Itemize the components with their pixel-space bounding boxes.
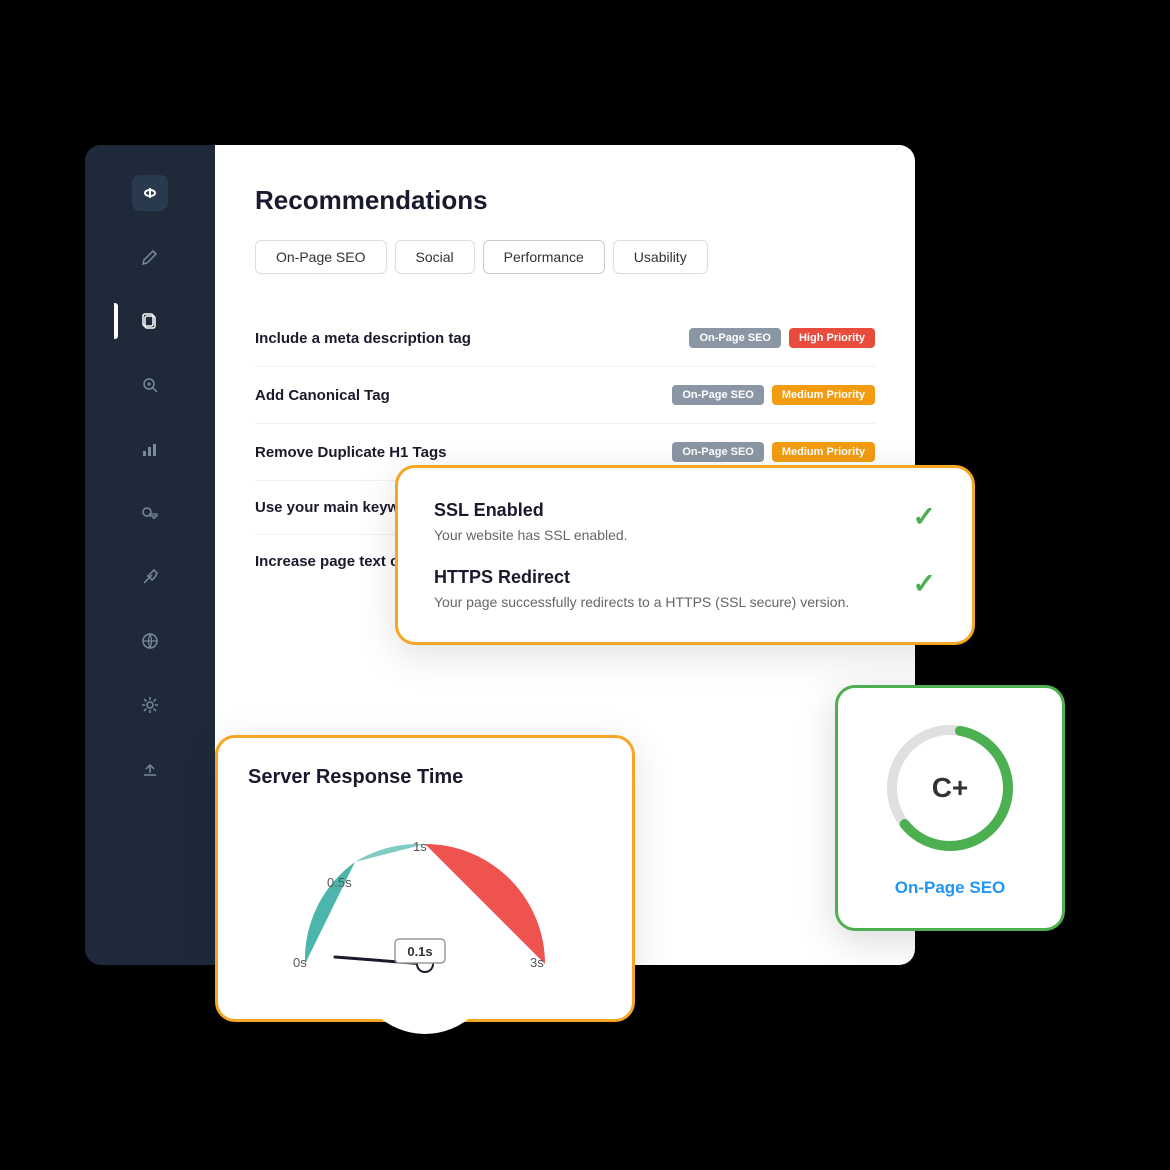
ssl-title-2: HTTPS Redirect — [434, 567, 849, 588]
rec-row-2: Add Canonical Tag On-Page SEO Medium Pri… — [255, 367, 875, 424]
search-zoom-icon[interactable] — [132, 367, 168, 403]
tab-usability[interactable]: Usability — [613, 240, 708, 274]
ssl-card: SSL Enabled Your website has SSL enabled… — [395, 465, 975, 645]
badge-high-priority-1: High Priority — [789, 328, 875, 348]
badge-on-page-seo-2: On-Page SEO — [672, 385, 764, 405]
grade-letter: C+ — [932, 772, 969, 804]
badge-on-page-seo-3: On-Page SEO — [672, 442, 764, 462]
gauge-label-0s: 0s — [293, 955, 307, 970]
ssl-desc-1: Your website has SSL enabled. — [434, 527, 628, 543]
grade-circle: C+ — [880, 718, 1020, 858]
tabs-container: On-Page SEO Social Performance Usability — [255, 240, 875, 274]
ssl-item-1: SSL Enabled Your website has SSL enabled… — [434, 500, 936, 543]
server-response-card: Server Response Time 0s 0.5s 1s 3s — [215, 735, 635, 1022]
upload-icon[interactable] — [132, 751, 168, 787]
rec-title-1: Include a meta description tag — [255, 330, 471, 347]
ssl-item-2: HTTPS Redirect Your page successfully re… — [434, 567, 936, 610]
edit-icon[interactable] — [132, 239, 168, 275]
sidebar-logo[interactable] — [132, 175, 168, 211]
copy-icon[interactable] — [132, 303, 168, 339]
ssl-title-1: SSL Enabled — [434, 500, 628, 521]
server-card-title: Server Response Time — [248, 766, 602, 789]
ssl-check-2: ✓ — [913, 567, 936, 600]
grade-label: On-Page SEO — [895, 878, 1006, 898]
key-icon[interactable] — [132, 495, 168, 531]
tab-performance[interactable]: Performance — [483, 240, 605, 274]
ssl-check-1: ✓ — [913, 500, 936, 533]
gauge-value-text: 0.1s — [407, 944, 432, 959]
badge-medium-priority-2: Medium Priority — [772, 385, 875, 405]
tool-icon[interactable] — [132, 559, 168, 595]
bar-chart-icon[interactable] — [132, 431, 168, 467]
ssl-desc-2: Your page successfully redirects to a HT… — [434, 594, 849, 610]
rec-badges-3: On-Page SEO Medium Priority — [672, 442, 875, 462]
badge-on-page-seo-1: On-Page SEO — [689, 328, 781, 348]
rec-row-1: Include a meta description tag On-Page S… — [255, 310, 875, 367]
gauge-label-half: 0.5s — [327, 875, 352, 890]
tab-on-page-seo[interactable]: On-Page SEO — [255, 240, 387, 274]
gauge-label-1s: 1s — [413, 839, 427, 854]
settings-icon[interactable] — [132, 687, 168, 723]
grade-card: C+ On-Page SEO — [835, 685, 1065, 931]
rec-badges-2: On-Page SEO Medium Priority — [672, 385, 875, 405]
badge-medium-priority-3: Medium Priority — [772, 442, 875, 462]
sidebar — [85, 145, 215, 965]
rec-badges-1: On-Page SEO High Priority — [689, 328, 875, 348]
rec-title-2: Add Canonical Tag — [255, 387, 390, 404]
tab-social[interactable]: Social — [395, 240, 475, 274]
gauge-container: 0s 0.5s 1s 3s 0.1s — [265, 809, 585, 989]
gauge-svg: 0s 0.5s 1s 3s 0.1s — [265, 809, 585, 984]
gauge-label-3s: 3s — [530, 955, 544, 970]
page-title: Recommendations — [255, 185, 875, 216]
globe-icon[interactable] — [132, 623, 168, 659]
rec-title-3: Remove Duplicate H1 Tags — [255, 444, 446, 461]
